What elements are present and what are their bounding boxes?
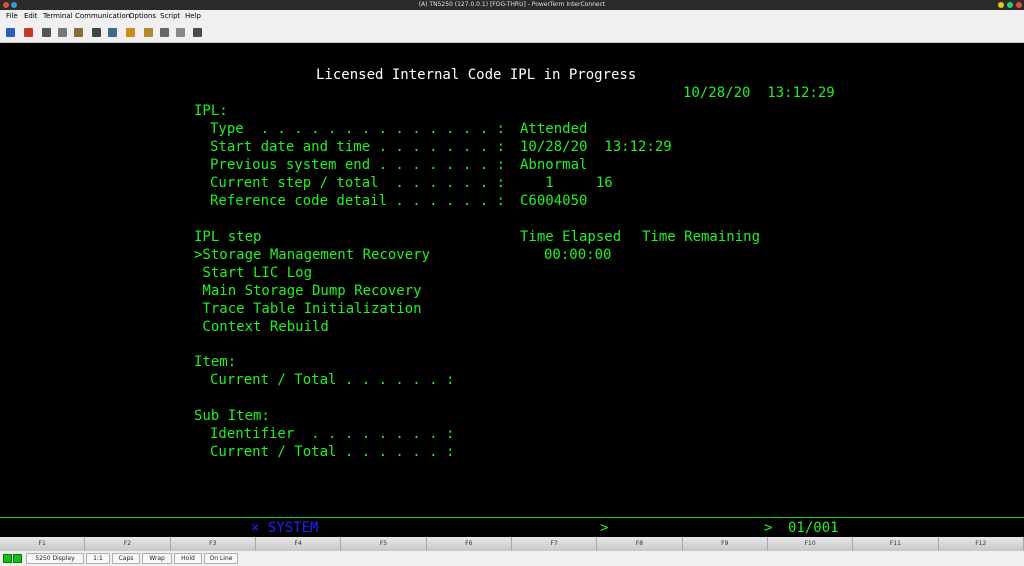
fkey-f5[interactable]: F5 (341, 537, 427, 551)
print-icon[interactable] (92, 28, 101, 37)
display-type: 5250 Display (26, 553, 84, 564)
menu-terminal[interactable]: Terminal (43, 12, 73, 20)
wrap-indicator: Wrap (142, 553, 172, 564)
status-line: × SYSTEM > > 01/001 (0, 517, 1024, 537)
item-current-total: Current / Total . . . . . . : (210, 372, 455, 388)
step-item: Context Rebuild (194, 319, 329, 335)
fkey-f10[interactable]: F10 (767, 537, 854, 551)
activity-indicator-icon (13, 554, 22, 563)
status-arrow: > (764, 520, 773, 536)
field-label-type: Type . . . . . . . . . . . . . . : (210, 121, 506, 137)
status-page: 01/001 (788, 520, 839, 536)
step-item: Start LIC Log (194, 265, 313, 281)
fkey-f7[interactable]: F7 (511, 537, 598, 551)
caps-indicator: Caps (112, 553, 140, 564)
fkey-f11[interactable]: F11 (853, 537, 939, 551)
close-icon[interactable] (1016, 2, 1022, 8)
maximize-icon[interactable] (1007, 2, 1013, 8)
field-label-current-step: Current step / total . . . . . . : (210, 175, 506, 191)
fkey-f6[interactable]: F6 (426, 537, 512, 551)
zoom-ratio: 1:1 (86, 553, 110, 564)
ipl-heading: IPL: (194, 103, 228, 119)
screen-datetime: 10/28/20 13:12:29 (683, 85, 835, 101)
status-arrow: > (600, 520, 609, 536)
sub-item-heading: Sub Item: (194, 408, 270, 424)
paste-icon[interactable] (74, 28, 83, 37)
function-key-bar: F1 F2 F3 F4 F5 F6 F7 F8 F9 F10 F11 F12 (0, 537, 1024, 551)
connection-indicator-icon (3, 554, 12, 563)
step-item: Trace Table Initialization (194, 301, 422, 317)
field-label-reference: Reference code detail . . . . . . : (210, 193, 506, 209)
field-value-start: 10/28/20 13:12:29 (520, 139, 672, 155)
toolbar (0, 23, 1024, 43)
fkey-f1[interactable]: F1 (0, 537, 86, 551)
field-label-start: Start date and time . . . . . . . : (210, 139, 506, 155)
fkey-f8[interactable]: F8 (597, 537, 683, 551)
step-header-elapsed: Time Elapsed (520, 229, 622, 245)
field-value-reference: C6004050 (520, 193, 588, 209)
menu-edit[interactable]: Edit (24, 12, 38, 20)
palette-icon[interactable] (126, 28, 135, 37)
field-value-type: Attended (520, 121, 588, 137)
fkey-f4[interactable]: F4 (255, 537, 342, 551)
fkey-f3[interactable]: F3 (170, 537, 256, 551)
menu-help[interactable]: Help (185, 12, 201, 20)
field-value-previous-end: Abnormal (520, 157, 588, 173)
terminal-screen[interactable]: Licensed Internal Code IPL in Progress 1… (0, 44, 1024, 517)
step-header-label: IPL step (194, 229, 262, 245)
menu-communication[interactable]: Communication (75, 12, 130, 20)
macro-icon[interactable] (193, 28, 202, 37)
sub-item-current-total: Current / Total . . . . . . : (210, 444, 455, 460)
window-title: (A) TN5250 (127.0.0.1) [FOG-THRU] - Powe… (418, 1, 606, 8)
hold-indicator: Hold (174, 553, 202, 564)
screen-title: Licensed Internal Code IPL in Progress (316, 67, 637, 83)
step-item: Main Storage Dump Recovery (194, 283, 422, 299)
menu-script[interactable]: Script (160, 12, 180, 20)
title-bar: (A) TN5250 (127.0.0.1) [FOG-THRU] - Powe… (0, 0, 1024, 10)
disconnect-icon[interactable] (24, 28, 33, 37)
field-label-previous-end: Previous system end . . . . . . . : (210, 157, 506, 173)
step-elapsed: 00:00:00 (544, 247, 612, 263)
fkey-f2[interactable]: F2 (85, 537, 171, 551)
bottom-status-bar: 5250 Display 1:1 Caps Wrap Hold On Line (0, 551, 1024, 566)
tools-icon[interactable] (144, 28, 153, 37)
menu-bar: File Edit Terminal Communication Options… (0, 10, 1024, 23)
minimize-icon[interactable] (998, 2, 1004, 8)
cut-icon[interactable] (42, 28, 51, 37)
online-indicator: On Line (204, 553, 238, 564)
field-value-current-step: 1 16 (520, 175, 613, 191)
fkey-f12[interactable]: F12 (938, 537, 1024, 551)
connect-icon[interactable] (6, 28, 15, 37)
status-system: × SYSTEM (251, 520, 319, 536)
menu-options[interactable]: Options (129, 12, 156, 20)
fkey-f9[interactable]: F9 (682, 537, 768, 551)
copy-icon[interactable] (58, 28, 67, 37)
step-header-remaining: Time Remaining (642, 229, 761, 245)
print-screen-icon[interactable] (108, 28, 117, 37)
keyboard-icon[interactable] (160, 28, 169, 37)
item-heading: Item: (194, 354, 237, 370)
sub-item-identifier: Identifier . . . . . . . . : (210, 426, 455, 442)
grid-icon[interactable] (176, 28, 185, 37)
step-item: >Storage Management Recovery (194, 247, 431, 263)
menu-file[interactable]: File (6, 12, 18, 20)
